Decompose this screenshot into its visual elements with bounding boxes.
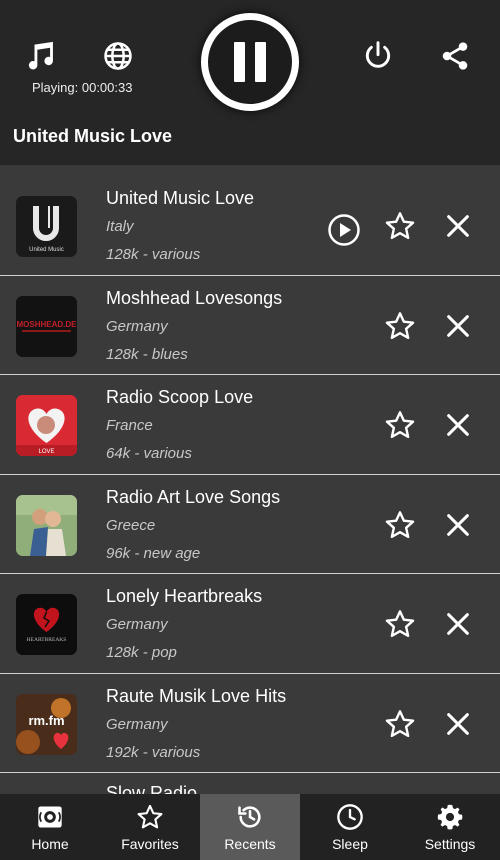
nav-settings-label: Settings — [424, 836, 476, 852]
nav-sleep-label: Sleep — [332, 836, 368, 852]
station-logo: LOVE — [16, 395, 77, 456]
favorite-star-icon[interactable] — [384, 708, 416, 740]
station-row[interactable]: Radio Art Love Songs Greece 96k - new ag… — [0, 474, 500, 574]
favorite-star-icon[interactable] — [384, 608, 416, 640]
station-name: Radio Art Love Songs — [106, 486, 281, 507]
remove-close-icon[interactable] — [444, 312, 472, 340]
bottom-navigation: Home Favorites Recents Sleep Settings — [0, 794, 500, 860]
gear-icon — [435, 802, 465, 832]
station-name: Radio Scoop Love — [106, 387, 254, 407]
station-bitrate: 64k - various — [106, 445, 192, 462]
share-icon[interactable] — [437, 38, 473, 74]
remove-close-icon[interactable] — [444, 511, 472, 539]
station-logo: rm.fm — [16, 693, 77, 755]
favorite-star-icon[interactable] — [384, 210, 416, 242]
station-country: Germany — [106, 715, 168, 733]
clock-icon — [335, 802, 365, 832]
favorite-star-icon[interactable] — [384, 409, 416, 441]
pause-button[interactable] — [201, 13, 299, 111]
remove-close-icon[interactable] — [444, 212, 472, 240]
globe-icon[interactable] — [100, 38, 136, 74]
station-country: Italy — [106, 218, 134, 235]
pause-icon — [234, 42, 245, 82]
nav-favorites-label: Favorites — [121, 836, 179, 852]
station-name: United Music Love — [106, 188, 255, 208]
station-country: Germany — [106, 616, 168, 633]
svg-text:HEARTBREAKS: HEARTBREAKS — [27, 637, 67, 643]
station-bitrate: 128k - pop — [106, 644, 177, 661]
station-row[interactable]: HEARTBREAKS Lonely Heartbreaks Germany 1… — [0, 574, 500, 674]
station-logo: MOSHHEAD.DE — [16, 295, 77, 357]
favorite-star-icon[interactable] — [384, 310, 416, 342]
player-header: Playing: 00:00:33 United Music Love — [0, 0, 500, 165]
remove-close-icon[interactable] — [444, 610, 472, 638]
play-circle-icon[interactable] — [327, 213, 361, 247]
history-icon — [235, 802, 265, 832]
music-note-icon[interactable] — [25, 38, 61, 74]
svg-text:LOVE: LOVE — [38, 449, 54, 455]
station-country: Greece — [106, 516, 156, 534]
nav-favorites[interactable]: Favorites — [100, 794, 200, 860]
station-bitrate: 96k - new age — [106, 544, 201, 562]
star-icon — [135, 802, 165, 832]
station-row[interactable]: MOSHHEAD.DE Moshhead Lovesongs Germany 1… — [0, 275, 500, 375]
station-country: France — [106, 417, 153, 434]
svg-text:United Music: United Music — [29, 247, 64, 253]
station-bitrate: 192k - various — [106, 743, 201, 761]
station-row[interactable]: United Music United Music Love Italy 128… — [0, 176, 500, 276]
nav-sleep[interactable]: Sleep — [300, 794, 400, 860]
nav-recents-label: Recents — [224, 836, 276, 852]
station-name: Raute Musik Love Hits — [106, 685, 287, 706]
svg-text:MOSHHEAD.DE: MOSHHEAD.DE — [16, 320, 77, 329]
nav-home[interactable]: Home — [0, 794, 100, 860]
station-bitrate: 128k - various — [106, 246, 201, 263]
station-name: Lonely Heartbreaks — [106, 586, 263, 606]
favorite-star-icon[interactable] — [384, 509, 416, 541]
nav-settings[interactable]: Settings — [400, 794, 500, 860]
station-row[interactable]: LOVE Radio Scoop Love France 64k - vario… — [0, 375, 500, 475]
remove-close-icon[interactable] — [444, 710, 472, 738]
nav-home-label: Home — [31, 836, 69, 852]
station-country: Germany — [106, 317, 168, 335]
station-name: Moshhead Lovesongs — [106, 287, 283, 308]
radio-home-icon — [35, 802, 65, 832]
station-logo: United Music — [16, 196, 77, 257]
station-row[interactable]: rm.fm Raute Musik Love Hits Germany 192k… — [0, 673, 500, 773]
playing-timer: Playing: 00:00:33 — [32, 80, 133, 95]
recent-stations-list: United Music United Music Love Italy 128… — [0, 176, 500, 803]
power-icon[interactable] — [360, 38, 396, 74]
remove-close-icon[interactable] — [444, 411, 472, 439]
nav-recents[interactable]: Recents — [200, 794, 300, 860]
station-logo — [16, 494, 77, 556]
station-bitrate: 128k - blues — [106, 345, 188, 363]
current-station-title: United Music Love — [13, 126, 173, 146]
station-logo: HEARTBREAKS — [16, 594, 77, 655]
svg-text:rm.fm: rm.fm — [28, 713, 64, 728]
